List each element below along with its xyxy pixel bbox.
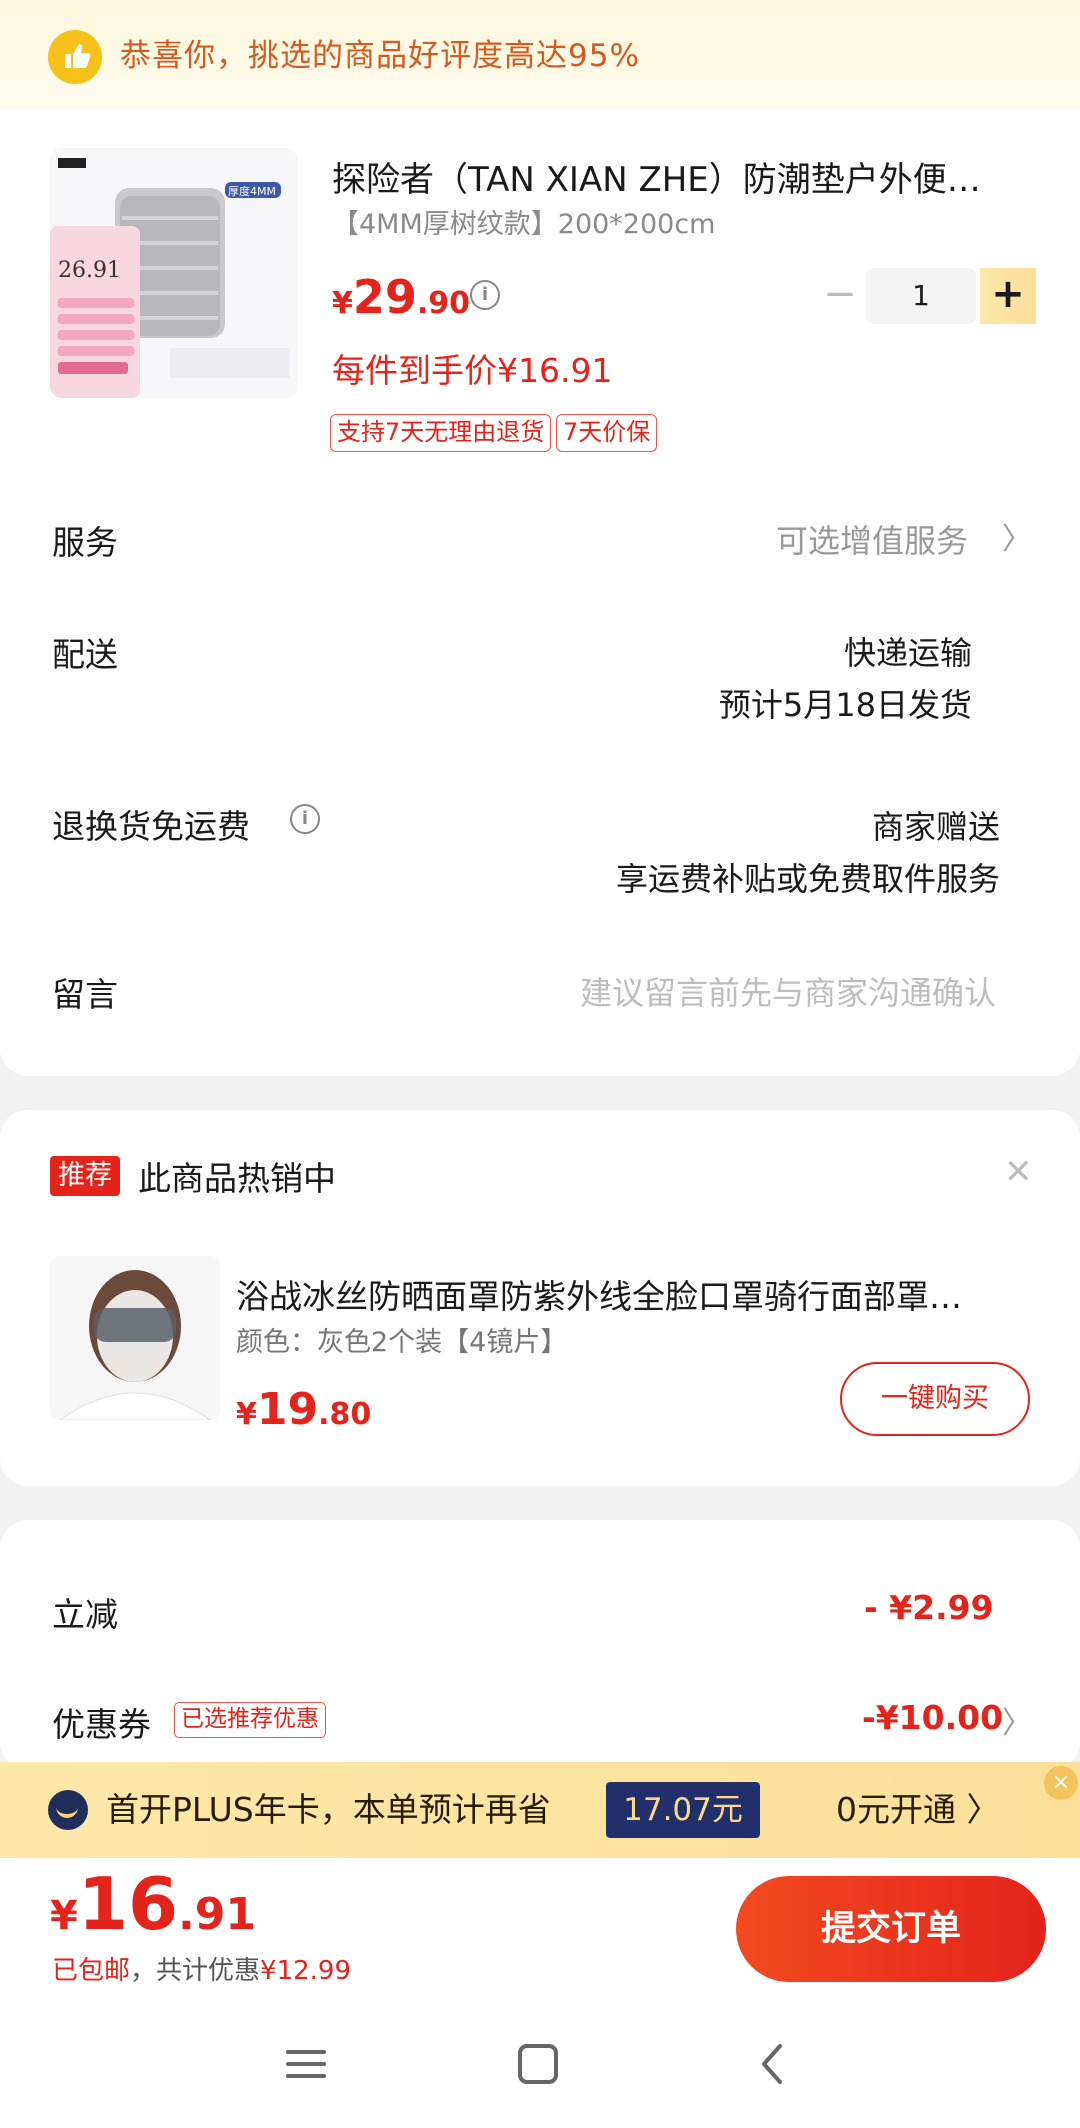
home-icon[interactable]: [508, 2034, 568, 2094]
recommend-title: 此商品热销中: [138, 1159, 336, 1198]
coupon-tag: 已选推荐优惠: [174, 1702, 326, 1738]
close-icon[interactable]: ×: [1044, 1766, 1078, 1800]
price-protection-tag: 7天价保: [556, 414, 658, 452]
decrease-quantity-button[interactable]: −: [812, 268, 868, 324]
menu-icon[interactable]: [276, 2034, 336, 2094]
service-label: 服务: [52, 523, 118, 562]
shipping-free-label: 已包邮: [52, 1956, 131, 1986]
delivery-label: 配送: [52, 635, 118, 674]
thumbs-up-icon: [48, 30, 102, 84]
plus-savings-amount: 17.07元: [606, 1782, 760, 1838]
recommend-product-spec: 颜色：灰色2个装【4镜片】: [236, 1327, 568, 1358]
plus-logo-icon: [48, 1790, 88, 1830]
instant-discount-label: 立减: [52, 1595, 118, 1634]
banner-text: 恭喜你，挑选的商品好评度高达95%: [120, 38, 640, 74]
return-shipping-label: 退换货免运费: [52, 807, 250, 846]
quantity-stepper: − 1 +: [812, 268, 1036, 324]
return-policy-tag: 支持7天无理由退货: [330, 414, 552, 452]
close-icon[interactable]: ✕: [1004, 1152, 1033, 1192]
recommend-product-price: ¥19.80: [236, 1384, 372, 1435]
plus-text: 首开PLUS年卡，本单预计再省: [106, 1790, 551, 1829]
image-thickness-label: 厚度4MM: [228, 185, 276, 198]
plus-membership-banner[interactable]: 首开PLUS年卡，本单预计再省 17.07元 0元开通 〉 ×: [0, 1762, 1080, 1858]
quantity-field[interactable]: 1: [866, 268, 976, 324]
recommend-tag: 推荐: [50, 1156, 120, 1196]
recommend-product-image[interactable]: [50, 1256, 220, 1420]
price-info-icon[interactable]: i: [470, 280, 500, 310]
return-info-icon[interactable]: i: [290, 804, 320, 834]
product-price: ¥29.90: [332, 270, 471, 324]
net-price: 每件到手价¥16.91: [332, 351, 613, 390]
product-image[interactable]: 厚度4MM 26.91: [50, 148, 298, 398]
total-price: ¥16.91: [50, 1862, 256, 1946]
message-input[interactable]: 建议留言前先与商家沟通确认: [580, 968, 996, 1014]
total-summary: 已包邮，共计优惠¥12.99: [52, 1956, 352, 1986]
service-value[interactable]: 可选增值服务: [776, 516, 968, 562]
submit-order-button[interactable]: 提交订单: [736, 1876, 1046, 1982]
message-label: 留言: [52, 975, 118, 1014]
recommend-product-title[interactable]: 浴战冰丝防晒面罩防紫外线全脸口罩骑行面部罩…: [236, 1270, 1026, 1318]
praise-banner: 恭喜你，挑选的商品好评度高达95%: [0, 0, 1080, 112]
plus-open-button[interactable]: 0元开通 〉: [836, 1784, 1000, 1836]
return-shipping-detail: 享运费补贴或免费取件服务: [615, 860, 1000, 898]
return-shipping-value: 商家赠送: [871, 808, 1000, 846]
instant-discount-value: - ¥2.99: [864, 1588, 994, 1627]
coupon-label: 优惠券: [52, 1705, 151, 1744]
chevron-right-icon[interactable]: 〉: [1002, 514, 1032, 558]
increase-quantity-button[interactable]: +: [980, 268, 1036, 324]
total-saved: ¥12.99: [260, 1956, 352, 1986]
chevron-right-icon[interactable]: 〉: [1002, 1698, 1032, 1742]
one-click-buy-button[interactable]: 一键购买: [840, 1362, 1030, 1436]
delivery-date: 预计5月18日发货: [718, 686, 972, 724]
coupon-value[interactable]: -¥10.00: [862, 1698, 1003, 1737]
product-title[interactable]: 探险者（TAN XIAN ZHE）防潮垫户外便…: [332, 152, 1012, 201]
back-icon[interactable]: [744, 2034, 804, 2094]
image-price-label: 26.91: [58, 258, 121, 283]
delivery-method: 快递运输: [843, 634, 972, 672]
product-spec[interactable]: 【4MM厚树纹款】200*200cm: [332, 202, 715, 241]
